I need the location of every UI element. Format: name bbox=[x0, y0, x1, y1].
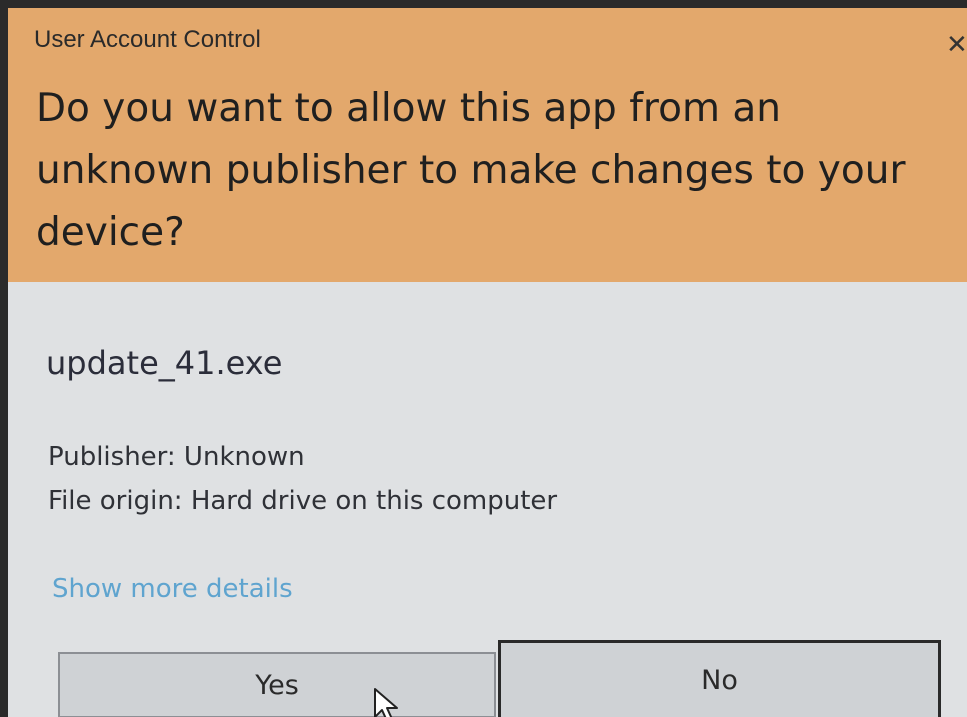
prompt-question: Do you want to allow this app from an un… bbox=[36, 86, 906, 255]
no-button[interactable]: No bbox=[498, 640, 941, 717]
dialog-body: update_41.exe Publisher: Unknown File or… bbox=[8, 282, 967, 717]
file-origin-info: File origin: Hard drive on this computer bbox=[48, 486, 558, 516]
uac-dialog: User Account Control ✕ Do you want to al… bbox=[8, 8, 967, 717]
mouse-pointer-icon bbox=[374, 688, 398, 717]
close-icon[interactable]: ✕ bbox=[946, 30, 967, 60]
yes-button-label: Yes bbox=[255, 669, 299, 701]
no-button-label: No bbox=[701, 664, 738, 696]
publisher-info: Publisher: Unknown bbox=[48, 442, 305, 472]
yes-button[interactable]: Yes bbox=[58, 652, 496, 717]
dialog-header: User Account Control ✕ Do you want to al… bbox=[8, 8, 967, 282]
show-more-details-link[interactable]: Show more details bbox=[52, 574, 293, 604]
app-name: update_41.exe bbox=[46, 344, 283, 382]
window-title: User Account Control bbox=[34, 26, 261, 53]
